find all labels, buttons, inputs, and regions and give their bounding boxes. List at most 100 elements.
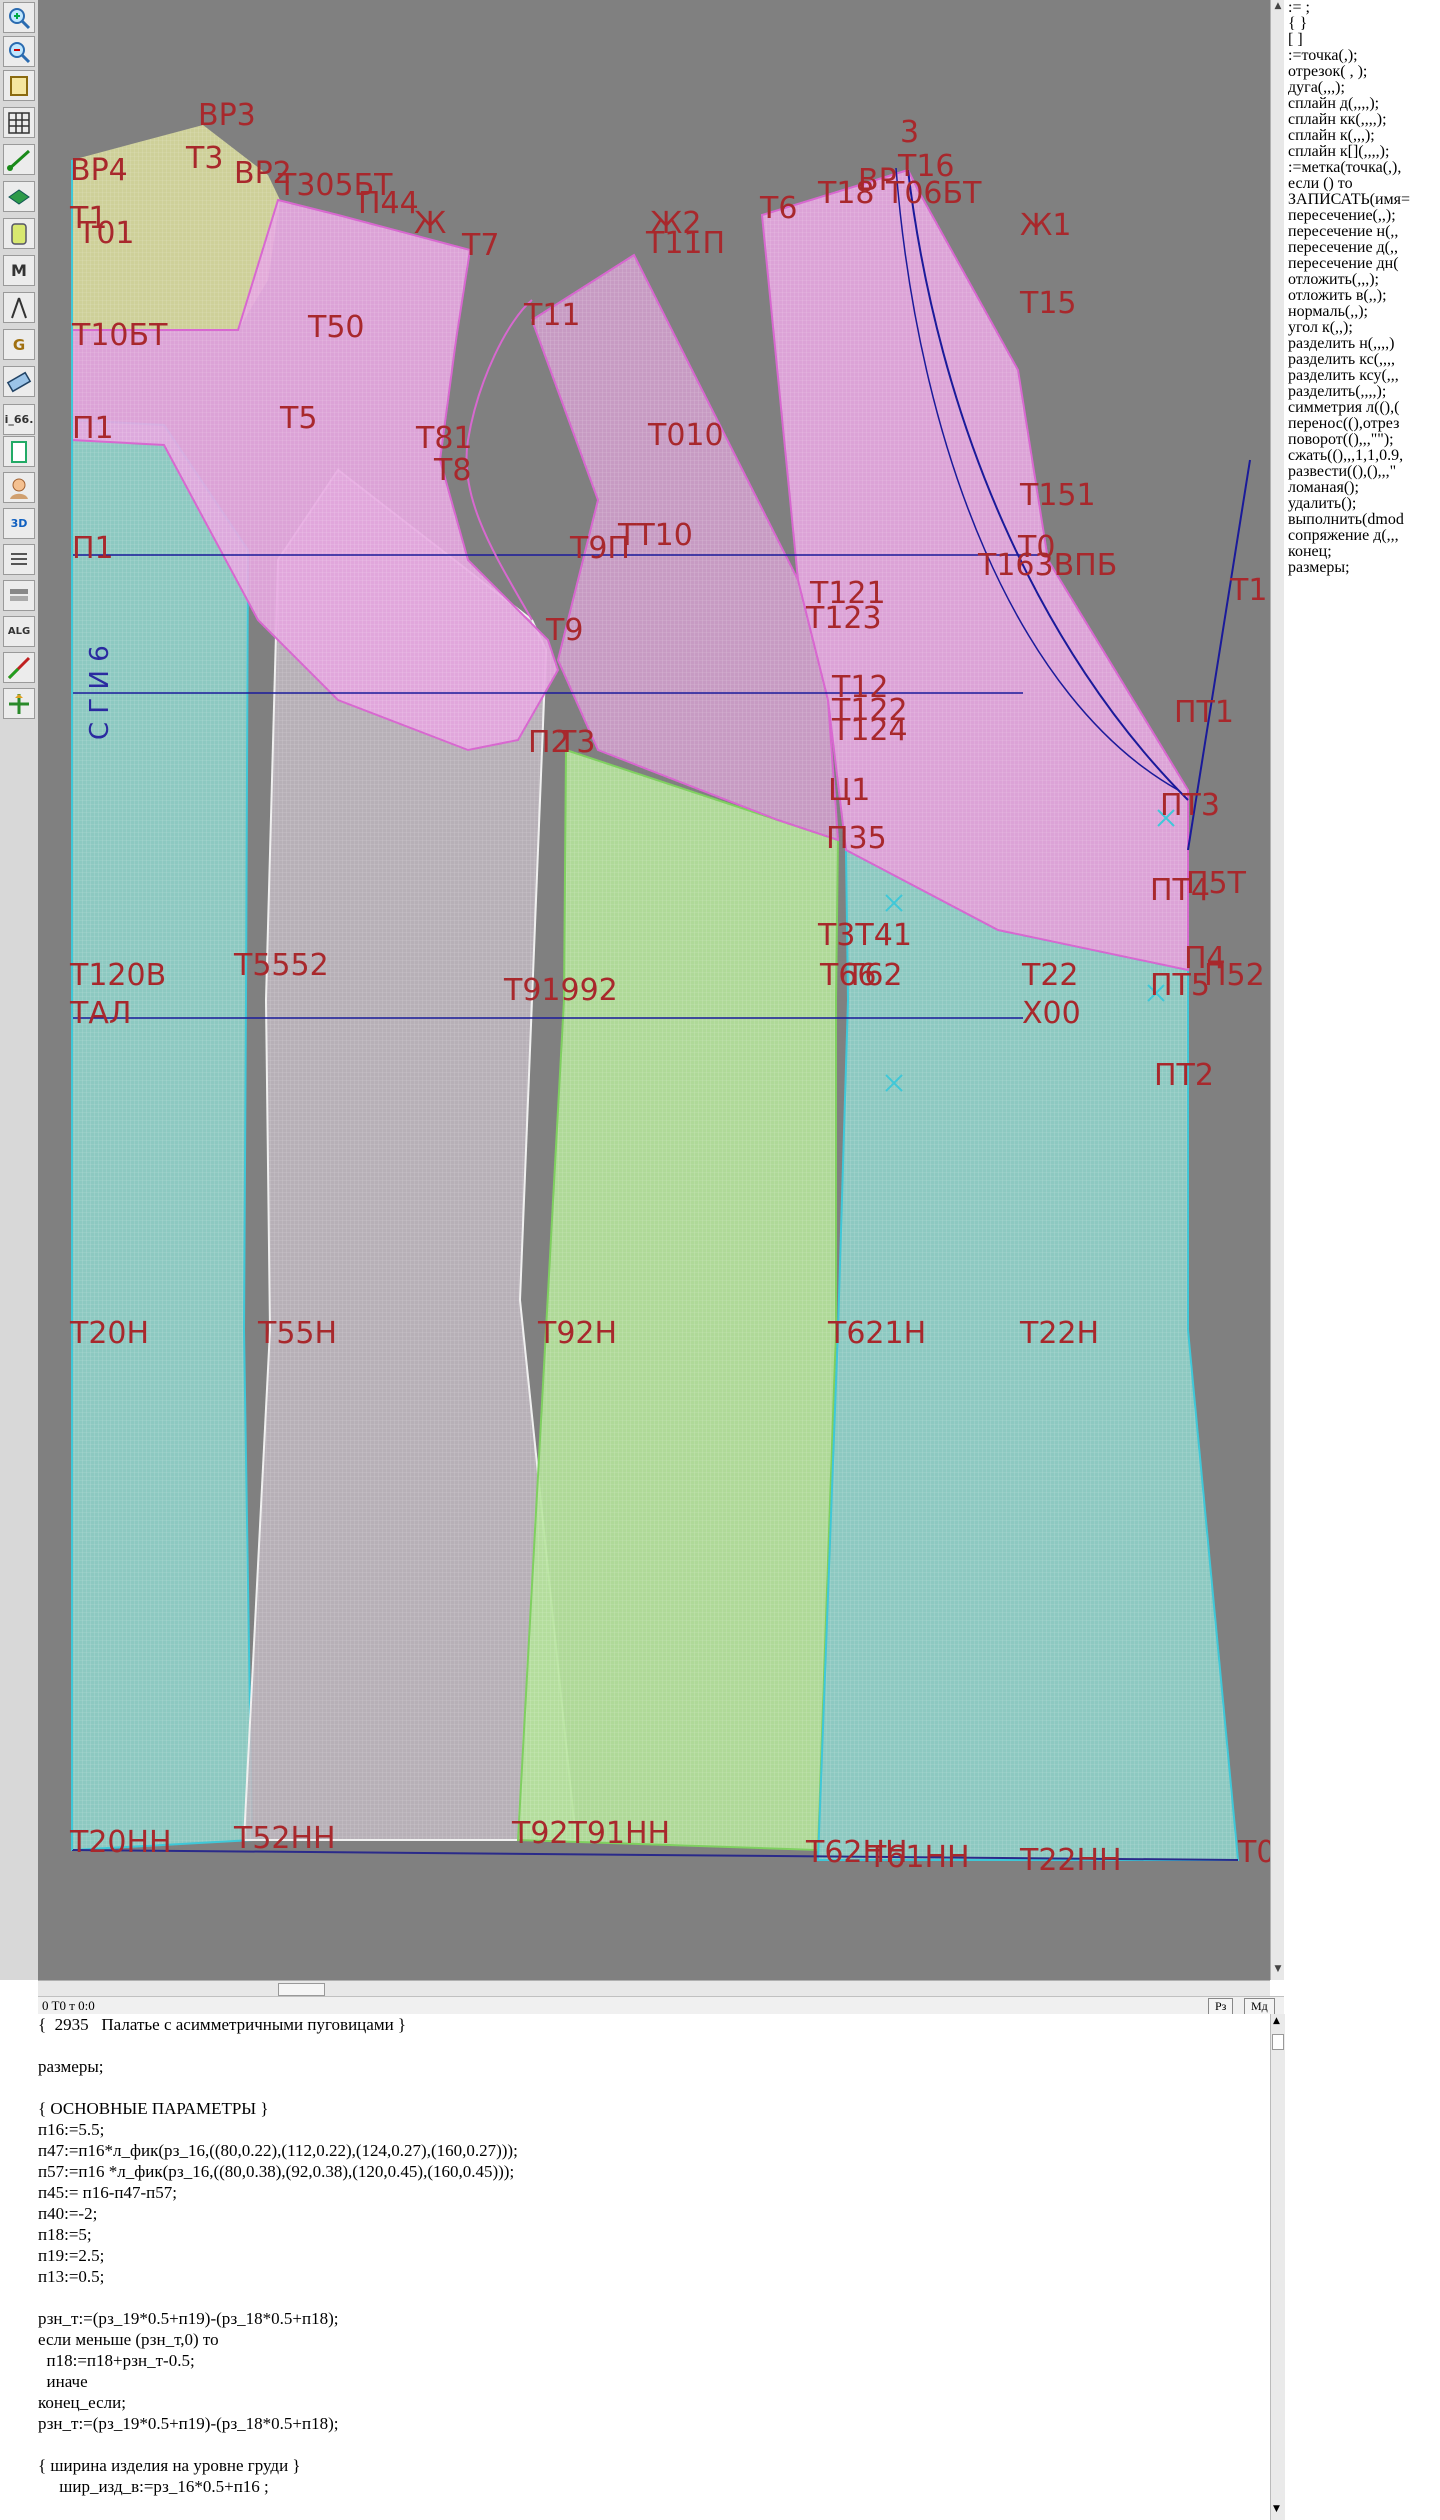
scroll-thumb[interactable] bbox=[1272, 2034, 1284, 2050]
code-line[interactable]: п57:=п16 *л_фик(рз_16,((80,0.38),(92,0.3… bbox=[38, 2161, 1270, 2182]
point-label: Т11П bbox=[645, 226, 725, 261]
code-line[interactable]: рзн_т:=(рз_19*0.5+п19)-(рз_18*0.5+п18); bbox=[38, 2308, 1270, 2329]
code-line[interactable]: п45:= п16-п47-п57; bbox=[38, 2182, 1270, 2203]
command-panel: := ;{ }[ ]:=точка(,); отрезок( , ); дуга(,… bbox=[1284, 0, 1440, 1980]
view-3d-button[interactable]: 3D bbox=[3, 508, 35, 539]
command-item[interactable]: если () то bbox=[1284, 176, 1440, 192]
canvas-horizontal-scrollbar[interactable] bbox=[38, 1980, 1270, 1997]
code-line[interactable]: п18:=п18+рзн_т-0.5; bbox=[38, 2350, 1270, 2371]
command-item[interactable]: :=точка(,); bbox=[1284, 48, 1440, 64]
code-line[interactable]: п13:=0.5; bbox=[38, 2266, 1270, 2287]
code-line[interactable]: конец_если; bbox=[38, 2392, 1270, 2413]
scroll-thumb[interactable] bbox=[278, 1983, 325, 1996]
page-layout-icon[interactable] bbox=[3, 436, 35, 467]
code-line[interactable] bbox=[38, 2434, 1270, 2455]
code-line[interactable]: шир_изд_в:=рз_16*0.5+п16 ; bbox=[38, 2476, 1270, 2497]
command-item[interactable]: разделить(,,,,); bbox=[1284, 384, 1440, 400]
move-icon[interactable] bbox=[3, 688, 35, 719]
code-line[interactable]: п47:=п16*л_фик(рз_16,((80,0.22),(112,0.2… bbox=[38, 2140, 1270, 2161]
measure-icon[interactable]: M bbox=[3, 255, 35, 286]
command-item[interactable]: перенос((),отрез bbox=[1284, 416, 1440, 432]
code-editor[interactable]: { 2935 Палатье с асимметричными пуговица… bbox=[38, 2014, 1270, 2520]
ruler-icon[interactable] bbox=[3, 366, 35, 397]
code-line[interactable]: п16:=5.5; bbox=[38, 2119, 1270, 2140]
md-button[interactable]: Мд bbox=[1244, 1998, 1275, 2015]
code-line[interactable]: если меньше (рзн_т,0) то bbox=[38, 2329, 1270, 2350]
command-item[interactable]: ЗАПИСАТЬ(имя= bbox=[1284, 192, 1440, 208]
command-item[interactable]: [ ] bbox=[1284, 32, 1440, 48]
canvas-vertical-scrollbar[interactable]: ▲ ▼ bbox=[1270, 0, 1285, 1980]
pattern-icon[interactable] bbox=[3, 218, 35, 249]
point-label: Т124 bbox=[831, 713, 908, 748]
command-item[interactable]: ломаная(); bbox=[1284, 480, 1440, 496]
command-item[interactable]: пересечение н(,, bbox=[1284, 224, 1440, 240]
line-tool-icon[interactable] bbox=[3, 144, 35, 175]
command-item[interactable]: пересечение д(,, bbox=[1284, 240, 1440, 256]
code-line[interactable]: размеры; bbox=[38, 2056, 1270, 2077]
scroll-down-icon[interactable]: ▼ bbox=[1273, 1964, 1283, 1976]
command-item[interactable]: отложить в(,,); bbox=[1284, 288, 1440, 304]
command-item[interactable]: сплайн кк(,,,,); bbox=[1284, 112, 1440, 128]
page-icon[interactable] bbox=[3, 70, 35, 101]
stack-icon[interactable] bbox=[3, 580, 35, 611]
command-item[interactable]: развести((),(),,," bbox=[1284, 464, 1440, 480]
scroll-down-icon[interactable]: ▼ bbox=[1273, 2504, 1280, 2514]
scroll-up-icon[interactable]: ▲ bbox=[1273, 1, 1283, 13]
command-item[interactable]: сопряжение д(,,, bbox=[1284, 528, 1440, 544]
layer-icon[interactable] bbox=[3, 181, 35, 212]
point-label: Т18 bbox=[817, 176, 875, 211]
zoom-out-icon[interactable] bbox=[3, 36, 35, 67]
code-line[interactable]: { ОСНОВНЫЕ ПАРАМЕТРЫ } bbox=[38, 2098, 1270, 2119]
command-item[interactable]: удалить(); bbox=[1284, 496, 1440, 512]
avatar-icon[interactable] bbox=[3, 472, 35, 503]
command-item[interactable]: отрезок( , ); bbox=[1284, 64, 1440, 80]
pz-button[interactable]: Рз bbox=[1208, 1998, 1234, 2015]
command-item[interactable]: угол к(,,); bbox=[1284, 320, 1440, 336]
grid-icon[interactable] bbox=[3, 107, 35, 138]
command-item[interactable]: отложить(,,,); bbox=[1284, 272, 1440, 288]
command-item[interactable]: разделить ксу(,,, bbox=[1284, 368, 1440, 384]
point-label: П1 bbox=[72, 411, 114, 446]
command-item[interactable]: дуга(,,,); bbox=[1284, 80, 1440, 96]
g-tool-icon[interactable]: G bbox=[3, 329, 35, 360]
command-item[interactable]: пересечение(,,); bbox=[1284, 208, 1440, 224]
code-line[interactable]: п19:=2.5; bbox=[38, 2245, 1270, 2266]
code-line[interactable] bbox=[38, 2035, 1270, 2056]
command-item[interactable]: разделить кс(,,,, bbox=[1284, 352, 1440, 368]
code-line[interactable]: { ширина изделия на уровне груди } bbox=[38, 2455, 1270, 2476]
point-label: Т11 bbox=[523, 298, 581, 333]
command-item[interactable]: { } bbox=[1284, 16, 1440, 32]
command-item[interactable]: :=метка(точка(,), bbox=[1284, 160, 1440, 176]
command-item[interactable]: сжать((),,,1,1,0.9, bbox=[1284, 448, 1440, 464]
command-item[interactable]: сплайн к(,,,); bbox=[1284, 128, 1440, 144]
point-label: Т22Н bbox=[1019, 1316, 1099, 1351]
code-line[interactable]: иначе bbox=[38, 2371, 1270, 2392]
code-line[interactable]: рзн_т:=(рз_19*0.5+п19)-(рз_18*0.5+п18); bbox=[38, 2413, 1270, 2434]
command-item[interactable]: := ; bbox=[1284, 0, 1440, 16]
command-item[interactable]: пересечение дн( bbox=[1284, 256, 1440, 272]
code-line[interactable] bbox=[38, 2077, 1270, 2098]
list-icon[interactable] bbox=[3, 544, 35, 575]
editor-scrollbar[interactable]: ▲ ▼ bbox=[1270, 2014, 1285, 2520]
code-line[interactable]: п40:=-2; bbox=[38, 2203, 1270, 2224]
code-line[interactable] bbox=[38, 2287, 1270, 2308]
alg-button[interactable]: ALG bbox=[3, 616, 35, 647]
pattern-canvas[interactable]: С Г И 6 ВР3 ВР4 Т3 ВР2 Т305БТ П44 Ж Т7 Т… bbox=[38, 0, 1270, 1980]
command-item[interactable]: симметрия л((),( bbox=[1284, 400, 1440, 416]
command-item[interactable]: нормаль(,,); bbox=[1284, 304, 1440, 320]
code-line[interactable]: п18:=5; bbox=[38, 2224, 1270, 2245]
draw-line-icon[interactable] bbox=[3, 652, 35, 683]
command-item[interactable]: сплайн д(,,,,); bbox=[1284, 96, 1440, 112]
compass-icon[interactable] bbox=[3, 292, 35, 323]
point-label: П52 bbox=[1204, 958, 1265, 993]
code-line[interactable]: { 2935 Палатье с асимметричными пуговица… bbox=[38, 2014, 1270, 2035]
command-item[interactable]: размеры; bbox=[1284, 560, 1440, 576]
command-item[interactable]: конец; bbox=[1284, 544, 1440, 560]
command-item[interactable]: выполнить(dmod bbox=[1284, 512, 1440, 528]
command-item[interactable]: разделить н(,,,,) bbox=[1284, 336, 1440, 352]
zoom-in-icon[interactable] bbox=[3, 2, 35, 33]
command-item[interactable]: сплайн к[](,,,,); bbox=[1284, 144, 1440, 160]
label-i66[interactable]: i_66. bbox=[3, 404, 35, 435]
command-item[interactable]: поворот((),,,""); bbox=[1284, 432, 1440, 448]
scroll-up-icon[interactable]: ▲ bbox=[1273, 2016, 1280, 2026]
